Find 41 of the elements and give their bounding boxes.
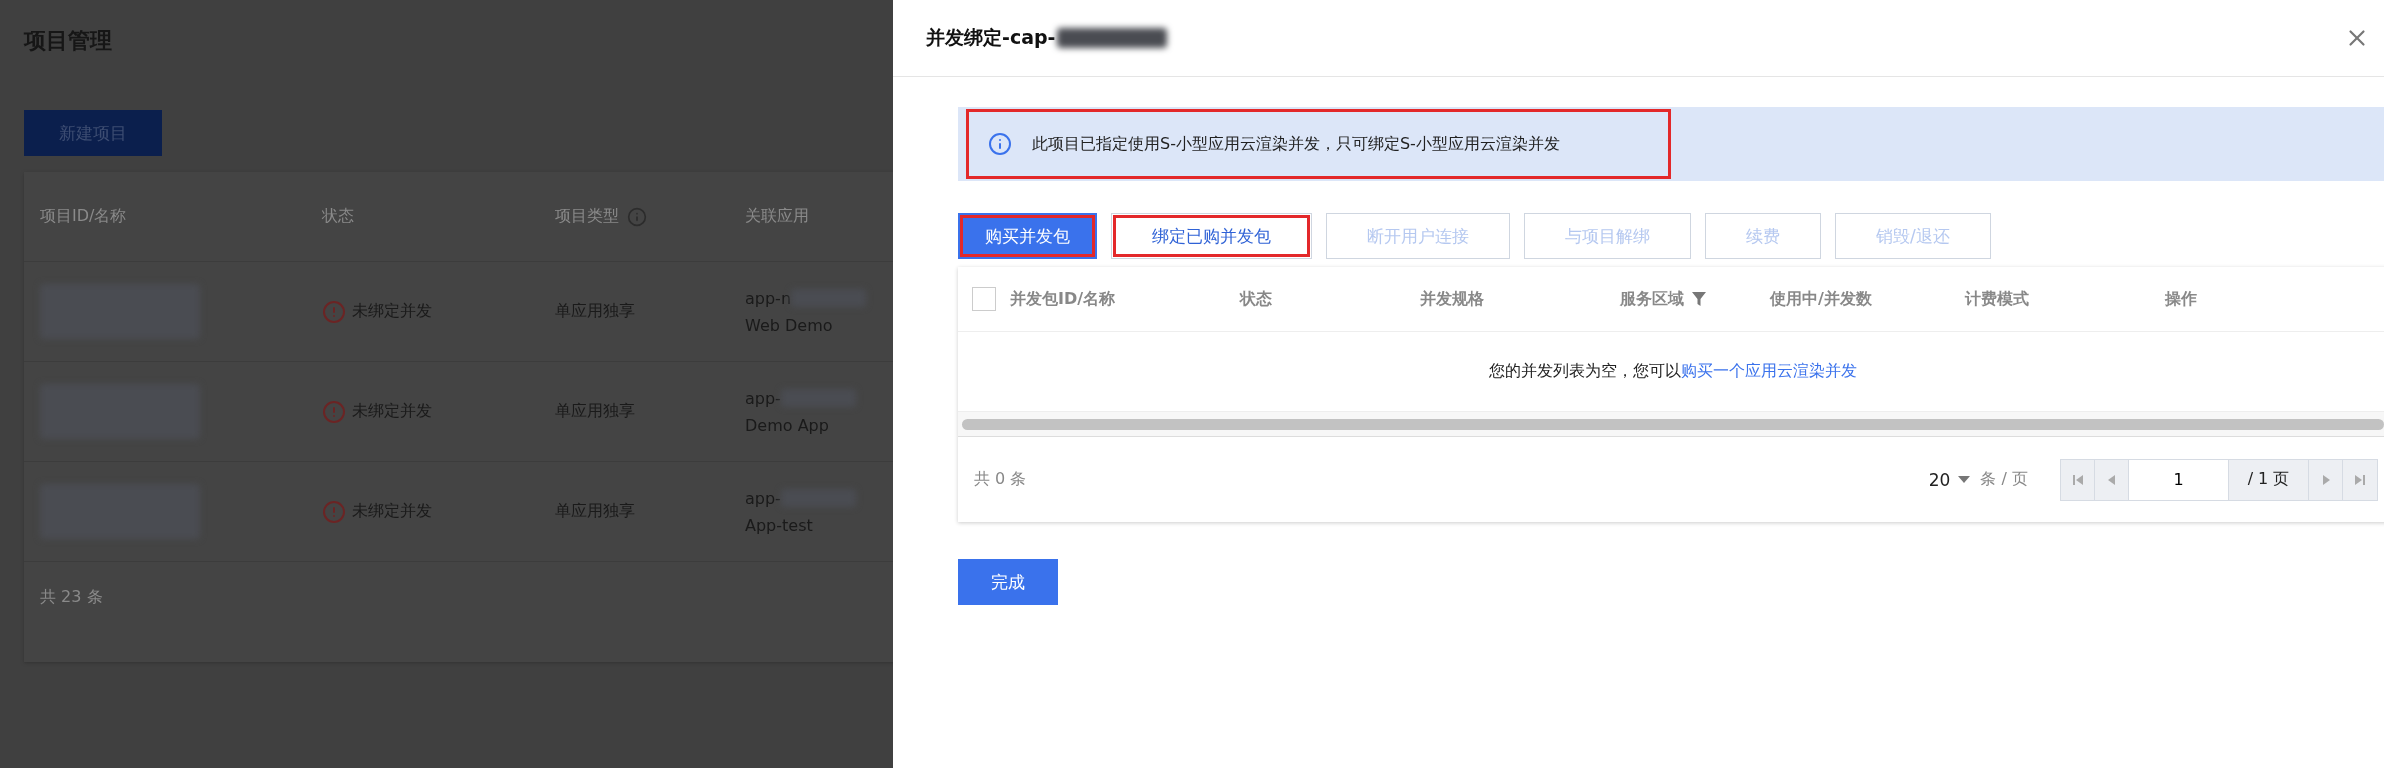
column-header: 状态 (1240, 288, 1272, 310)
page-size-unit: 条 / 页 (1980, 469, 2028, 490)
done-button[interactable]: 完成 (958, 559, 1058, 605)
filter-icon[interactable] (1692, 292, 1706, 306)
next-page-icon (2320, 474, 2331, 485)
column-header: 项目ID/名称 (40, 206, 127, 227)
last-page-icon (2355, 474, 2365, 485)
page-size-select[interactable]: 20 (1928, 469, 1971, 490)
total-count: 共 23 条 (40, 587, 103, 606)
scrollbar-thumb[interactable] (962, 418, 2384, 430)
warning-icon (322, 399, 346, 424)
column-header: 项目类型 (555, 206, 619, 227)
caret-icon (1958, 476, 1971, 483)
column-header: 操作 (2165, 288, 2197, 310)
buy-link[interactable]: 购买一个应用云渲染并发 (1681, 361, 1857, 380)
alert-text: 此项目已指定使用S-小型应用云渲染并发，只可绑定S-小型应用云渲染并发 (1032, 133, 1560, 155)
column-header: 并发规格 (1420, 288, 1484, 310)
column-header: 并发包ID/名称 (1010, 288, 1116, 310)
previous-page-icon (2106, 474, 2117, 485)
first-page-icon (2072, 474, 2083, 485)
last-page-button[interactable] (2343, 459, 2377, 500)
empty-message: 您的并发列表为空，您可以购买一个应用云渲染并发 (1489, 361, 1857, 382)
previous-page-button[interactable] (2095, 459, 2129, 500)
pagination-control[interactable]: 1 / 1 页 (2060, 458, 2378, 501)
page-total: / 1 页 (2229, 459, 2309, 500)
toolbar-button[interactable]: 绑定已购并发包 (1111, 213, 1312, 259)
column-header: 关联应用 (745, 206, 809, 227)
total-count: 共 0 条 (974, 469, 1028, 490)
warning-icon (322, 499, 346, 524)
select-all-checkbox[interactable] (972, 287, 996, 311)
info-icon (627, 206, 647, 227)
column-header: 计费模式 (1965, 288, 2029, 310)
column-header: 使用中/并发数 (1770, 288, 1872, 310)
warning-icon (322, 299, 346, 324)
column-header: 服务区域 (1620, 288, 1684, 310)
toolbar-button[interactable]: 购买并发包 (958, 213, 1097, 259)
column-header: 状态 (322, 206, 354, 227)
first-page-button[interactable] (2061, 459, 2095, 500)
next-page-button[interactable] (2309, 459, 2343, 500)
info-icon (988, 132, 1012, 156)
dialog-title: 并发绑定-cap- (926, 25, 1056, 50)
